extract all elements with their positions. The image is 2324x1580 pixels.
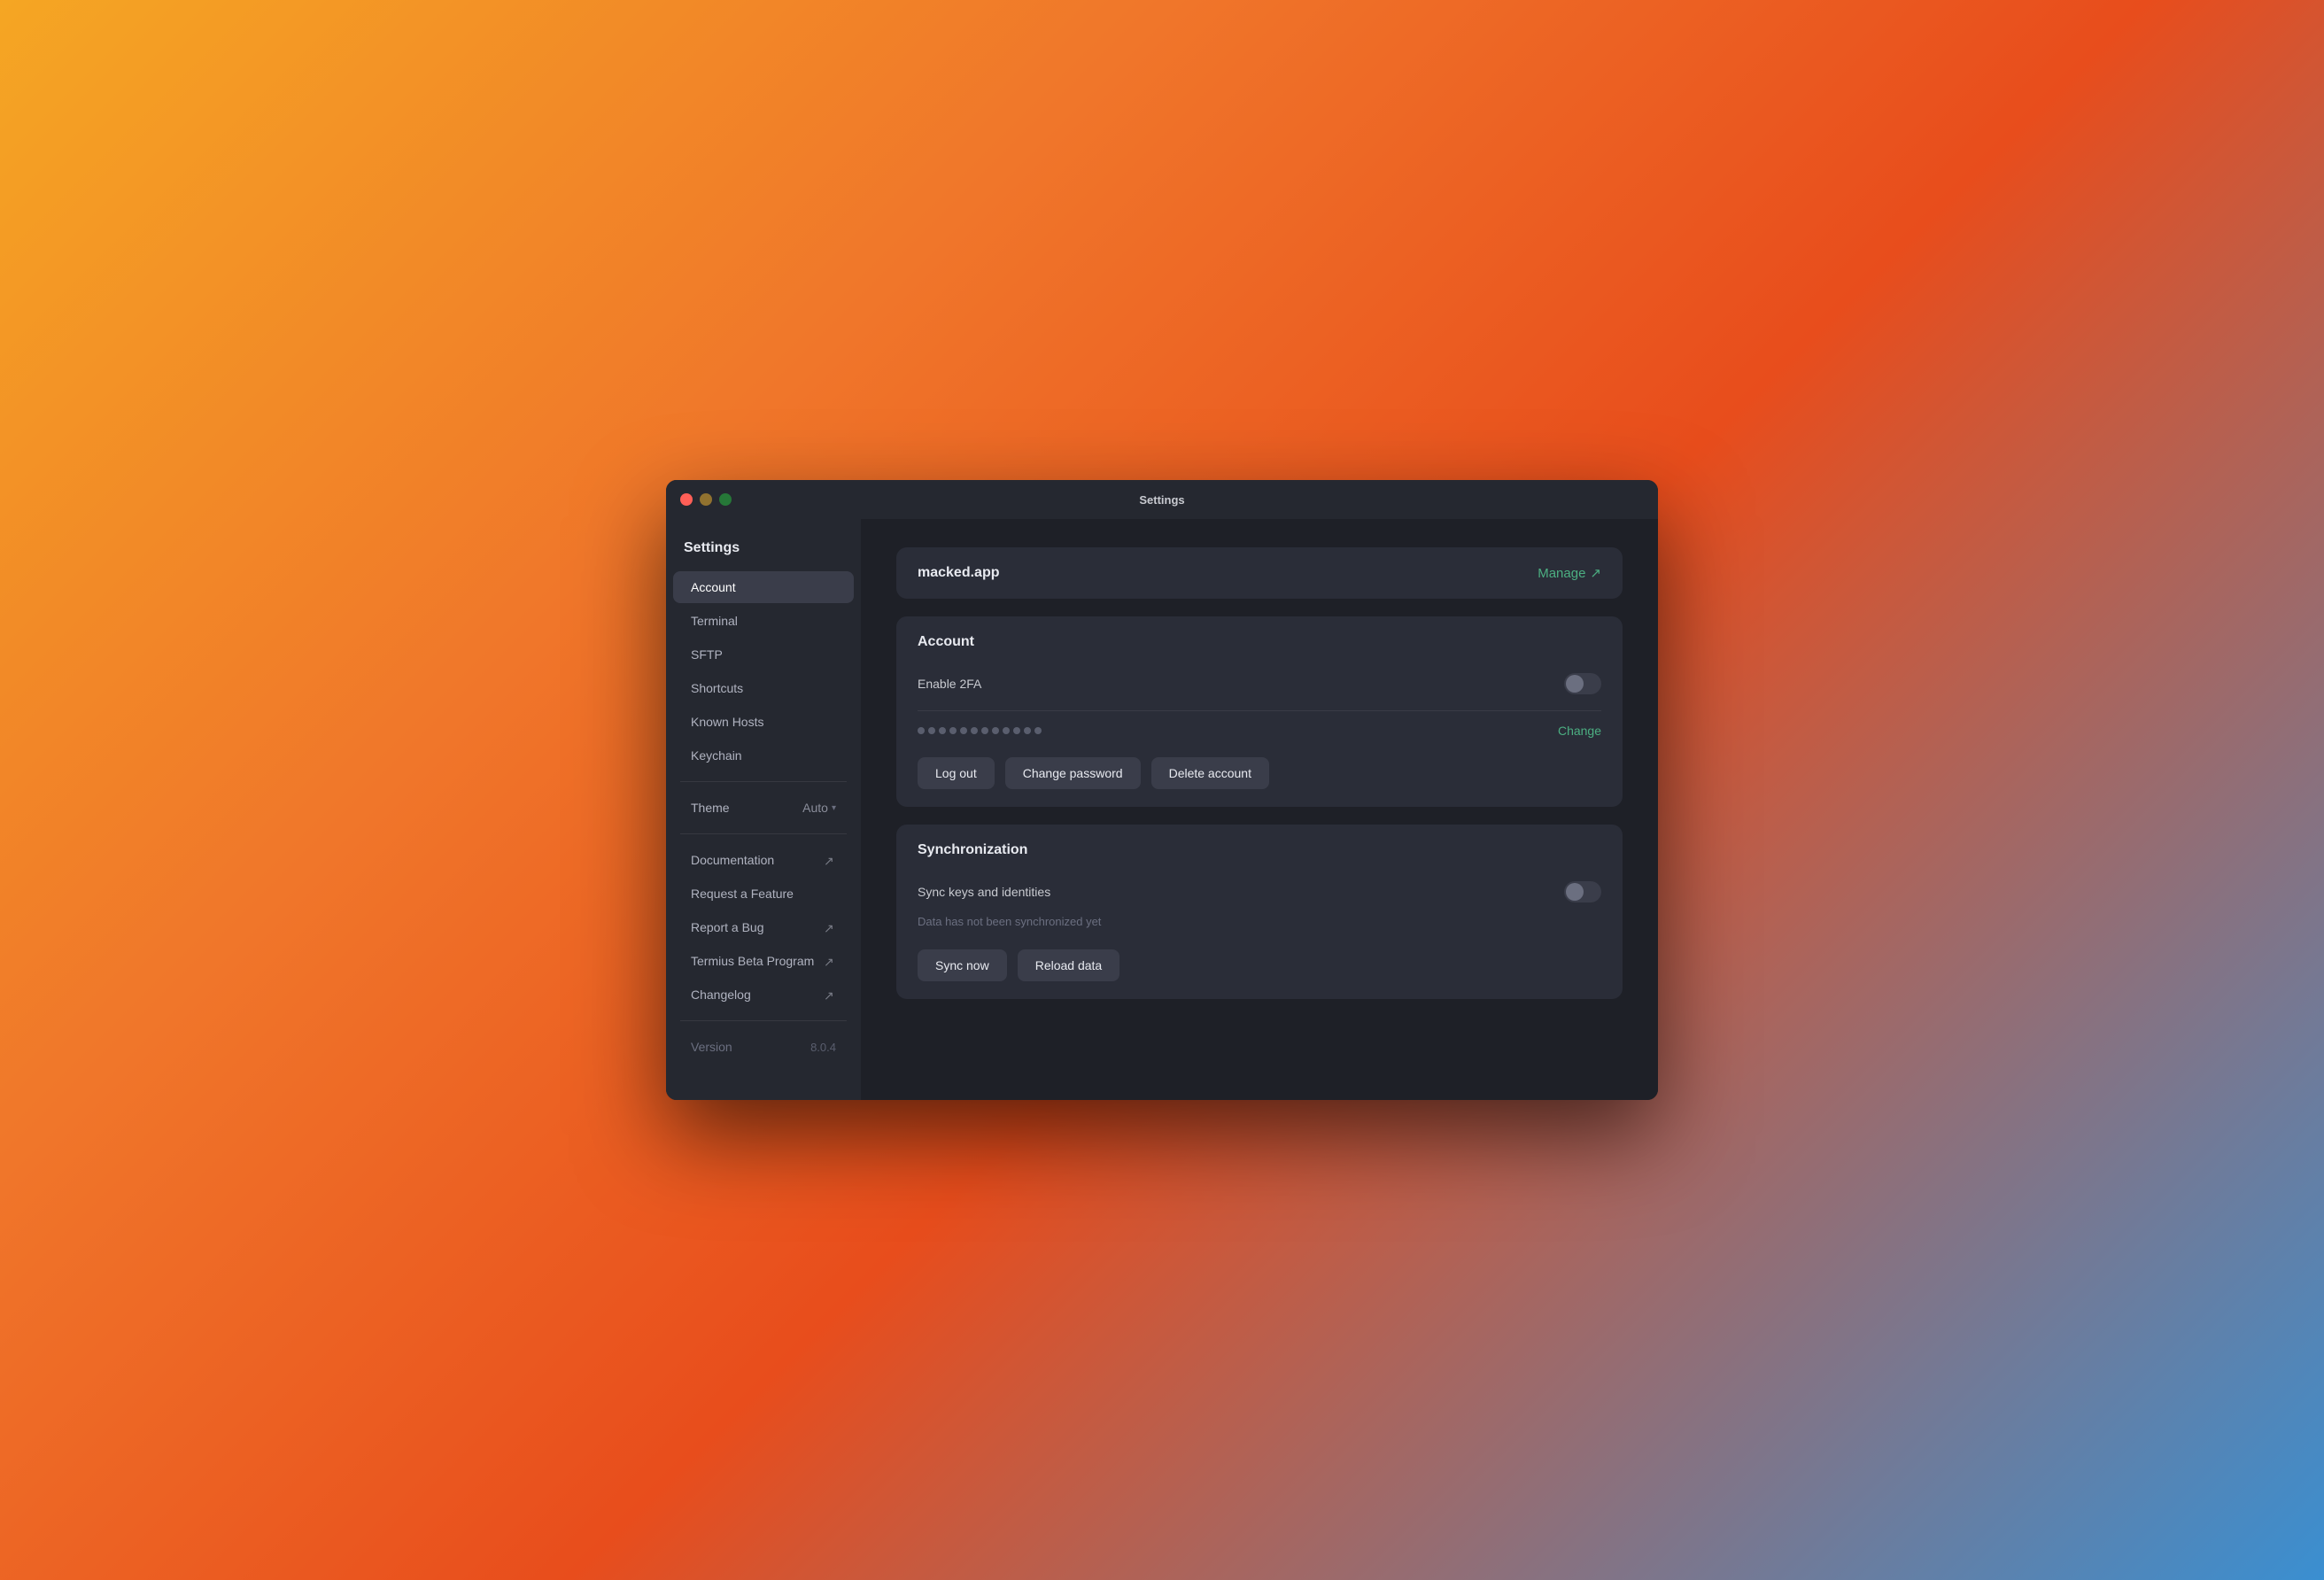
sidebar-item-keychain[interactable]: Keychain: [673, 740, 854, 771]
sync-keys-label: Sync keys and identities: [918, 885, 1050, 899]
reload-data-button[interactable]: Reload data: [1018, 949, 1120, 981]
app-name-text: macked.app: [918, 565, 999, 581]
sidebar-item-label: Terminal: [691, 614, 738, 628]
sidebar-item-label: Known Hosts: [691, 715, 763, 729]
enable-2fa-toggle[interactable]: [1564, 673, 1601, 694]
change-password-link[interactable]: Change: [1558, 724, 1601, 738]
sidebar-item-sftp[interactable]: SFTP: [673, 639, 854, 670]
logout-button[interactable]: Log out: [918, 757, 995, 789]
sidebar-item-request-feature[interactable]: Request a Feature: [673, 878, 854, 910]
password-dot: [939, 727, 946, 734]
external-link-icon: ↗: [824, 921, 836, 933]
sidebar-item-label: Shortcuts: [691, 681, 743, 695]
close-button[interactable]: [680, 493, 693, 506]
app-name-row: macked.app Manage ↗: [918, 565, 1601, 581]
manage-link[interactable]: Manage ↗: [1538, 565, 1601, 581]
password-dot: [918, 727, 925, 734]
password-dot: [1034, 727, 1042, 734]
divider: [918, 710, 1601, 711]
app-name-card: macked.app Manage ↗: [896, 547, 1623, 599]
password-dots: [918, 727, 1042, 734]
sidebar-item-theme[interactable]: Theme Auto ▾: [673, 792, 854, 824]
sidebar-item-label: SFTP: [691, 647, 723, 662]
sidebar: Settings Account Terminal SFTP Shortcuts…: [666, 519, 861, 1100]
sync-keys-toggle[interactable]: [1564, 881, 1601, 902]
manage-external-icon: ↗: [1590, 565, 1601, 581]
password-dot: [960, 727, 967, 734]
sidebar-divider: [680, 781, 847, 782]
sidebar-item-documentation[interactable]: Documentation ↗: [673, 844, 854, 876]
titlebar: Settings: [666, 480, 1658, 519]
sidebar-item-label: Changelog: [691, 988, 751, 1002]
version-number: 8.0.4: [810, 1041, 836, 1054]
password-dot: [928, 727, 935, 734]
window-title: Settings: [1139, 493, 1184, 507]
enable-2fa-label: Enable 2FA: [918, 677, 981, 691]
sync-section-title: Synchronization: [918, 842, 1601, 858]
theme-value-container: Auto ▾: [802, 801, 836, 815]
app-window: Settings Settings Account Terminal SFTP …: [666, 480, 1658, 1100]
account-button-row: Log out Change password Delete account: [918, 757, 1601, 789]
sync-now-button[interactable]: Sync now: [918, 949, 1007, 981]
sidebar-item-known-hosts[interactable]: Known Hosts: [673, 706, 854, 738]
manage-label: Manage: [1538, 566, 1585, 581]
maximize-button[interactable]: [719, 493, 732, 506]
account-section-title: Account: [918, 634, 1601, 650]
password-dot: [1003, 727, 1010, 734]
sidebar-item-beta-program[interactable]: Termius Beta Program ↗: [673, 945, 854, 977]
sync-keys-row: Sync keys and identities: [918, 872, 1601, 911]
sidebar-item-changelog[interactable]: Changelog ↗: [673, 979, 854, 1011]
password-dot: [992, 727, 999, 734]
password-dot: [981, 727, 988, 734]
external-link-icon: ↗: [824, 955, 836, 967]
account-card: Account Enable 2FA: [896, 616, 1623, 807]
sidebar-divider-3: [680, 1020, 847, 1021]
password-dot: [1013, 727, 1020, 734]
password-dot: [971, 727, 978, 734]
password-row: Change: [918, 718, 1601, 743]
sync-card: Synchronization Sync keys and identities…: [896, 825, 1623, 999]
sidebar-item-label: Termius Beta Program: [691, 954, 814, 968]
delete-account-button[interactable]: Delete account: [1151, 757, 1269, 789]
sidebar-item-label: Report a Bug: [691, 920, 764, 934]
sync-button-row: Sync now Reload data: [918, 949, 1601, 981]
change-password-button[interactable]: Change password: [1005, 757, 1141, 789]
version-row: Version 8.0.4: [673, 1031, 854, 1063]
sidebar-heading: Settings: [666, 533, 861, 570]
external-link-icon: ↗: [824, 988, 836, 1001]
sync-note: Data has not been synchronized yet: [918, 911, 1601, 935]
enable-2fa-row: Enable 2FA: [918, 664, 1601, 703]
password-dot: [1024, 727, 1031, 734]
external-link-icon: ↗: [824, 854, 836, 866]
theme-current-value: Auto: [802, 801, 828, 815]
sidebar-divider-2: [680, 833, 847, 834]
sidebar-item-account[interactable]: Account: [673, 571, 854, 603]
sidebar-item-label: Documentation: [691, 853, 774, 867]
chevron-down-icon: ▾: [832, 803, 836, 813]
sidebar-item-report-bug[interactable]: Report a Bug ↗: [673, 911, 854, 943]
sidebar-item-label: Account: [691, 580, 736, 594]
main-content: macked.app Manage ↗ Account Enable 2FA: [861, 519, 1658, 1100]
sidebar-item-label: Request a Feature: [691, 887, 794, 901]
content-area: Settings Account Terminal SFTP Shortcuts…: [666, 519, 1658, 1100]
minimize-button[interactable]: [700, 493, 712, 506]
password-dot: [949, 727, 957, 734]
sidebar-item-terminal[interactable]: Terminal: [673, 605, 854, 637]
theme-label: Theme: [691, 801, 730, 815]
version-label: Version: [691, 1040, 732, 1054]
sidebar-item-shortcuts[interactable]: Shortcuts: [673, 672, 854, 704]
sidebar-item-label: Keychain: [691, 748, 742, 763]
